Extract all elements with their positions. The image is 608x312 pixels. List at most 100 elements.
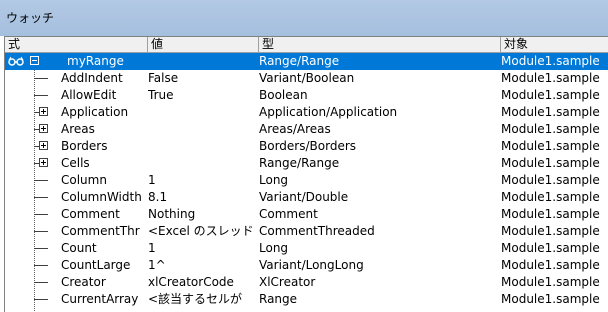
expression-cell[interactable]: CountLarge bbox=[5, 257, 146, 274]
expression-cell[interactable]: Column bbox=[5, 172, 146, 189]
watch-window-titlebar[interactable]: ウォッチ bbox=[0, 0, 608, 36]
type-cell[interactable]: Range bbox=[259, 291, 499, 308]
context-cell[interactable]: Module1.sample bbox=[501, 104, 608, 121]
watch-row[interactable]: Comment Nothing Comment Module1.sample bbox=[5, 206, 608, 223]
collapse-icon[interactable] bbox=[30, 56, 39, 65]
watch-row[interactable]: CommentThr <Excel のスレッド CommentThreaded Mod… bbox=[5, 223, 608, 240]
watch-row[interactable]: Count 1 Long Module1.sample bbox=[5, 240, 608, 257]
tree-branch-line bbox=[34, 197, 48, 198]
watch-row[interactable]: myRange Range/Range Module1.sample bbox=[5, 53, 608, 70]
value-cell[interactable]: xlCreatorCode bbox=[148, 274, 259, 291]
type-cell[interactable]: Variant/LongLong bbox=[259, 257, 499, 274]
expression-name: ColumnWidth bbox=[61, 190, 142, 204]
value-cell[interactable] bbox=[148, 121, 259, 138]
context-cell[interactable]: Module1.sample bbox=[501, 223, 608, 240]
type-cell[interactable]: XlCreator bbox=[259, 274, 499, 291]
context-cell[interactable]: Module1.sample bbox=[501, 121, 608, 138]
type-cell[interactable]: Variant/Boolean bbox=[259, 70, 499, 87]
expression-name: Borders bbox=[61, 139, 108, 153]
type-cell[interactable]: CommentThreaded bbox=[259, 223, 499, 240]
expression-cell[interactable]: Borders bbox=[5, 138, 146, 155]
type-cell[interactable]: Borders/Borders bbox=[259, 138, 499, 155]
expression-cell[interactable]: ColumnWidth bbox=[5, 189, 146, 206]
context-cell[interactable]: Module1.sample bbox=[501, 189, 608, 206]
value-cell[interactable]: <Excel のスレッド bbox=[148, 223, 259, 240]
expression-name: Column bbox=[61, 173, 107, 187]
watch-row[interactable]: Areas Areas/Areas Module1.sample bbox=[5, 121, 608, 138]
type-cell[interactable]: Application/Application bbox=[259, 104, 499, 121]
value-cell[interactable]: 8.1 bbox=[148, 189, 259, 206]
expression-cell[interactable]: Count bbox=[5, 240, 146, 257]
tree-branch-line bbox=[34, 265, 48, 266]
tree-branch-line bbox=[34, 282, 48, 283]
context-cell[interactable]: Module1.sample bbox=[501, 274, 608, 291]
type-cell[interactable]: Variant/Double bbox=[259, 189, 499, 206]
value-cell[interactable]: Nothing bbox=[148, 206, 259, 223]
watch-row[interactable]: Cells Range/Range Module1.sample bbox=[5, 155, 608, 172]
context-cell[interactable]: Module1.sample bbox=[501, 240, 608, 257]
expression-cell[interactable]: Application bbox=[5, 104, 146, 121]
expression-cell[interactable]: AllowEdit bbox=[5, 87, 146, 104]
expression-cell[interactable]: myRange bbox=[5, 53, 146, 70]
tree-branch-line bbox=[34, 78, 48, 79]
value-cell[interactable]: 1 bbox=[148, 172, 259, 189]
type-cell[interactable]: Areas/Areas bbox=[259, 121, 499, 138]
expand-icon[interactable] bbox=[39, 141, 48, 150]
value-cell[interactable]: <該当するセルが bbox=[148, 291, 259, 308]
column-header-expr[interactable]: 式 bbox=[5, 37, 148, 52]
watch-row[interactable]: Borders Borders/Borders Module1.sample bbox=[5, 138, 608, 155]
tree-branch-line bbox=[34, 180, 48, 181]
context-cell[interactable]: Module1.sample bbox=[501, 257, 608, 274]
column-header-type[interactable]: 型 bbox=[259, 37, 501, 52]
value-cell[interactable] bbox=[148, 104, 259, 121]
context-cell[interactable]: Module1.sample bbox=[501, 291, 608, 308]
expand-icon[interactable] bbox=[39, 158, 48, 167]
expression-cell[interactable]: AddIndent bbox=[5, 70, 146, 87]
expand-icon[interactable] bbox=[39, 107, 48, 116]
type-cell[interactable]: Range/Range bbox=[259, 53, 499, 70]
value-cell[interactable]: 1^ bbox=[148, 257, 259, 274]
context-cell[interactable]: Module1.sample bbox=[501, 206, 608, 223]
value-cell[interactable] bbox=[148, 53, 259, 70]
column-header-context[interactable]: 対象 bbox=[501, 37, 608, 52]
value-cell[interactable]: False bbox=[148, 70, 259, 87]
type-cell[interactable]: Range/Range bbox=[259, 155, 499, 172]
expression-cell[interactable]: Comment bbox=[5, 206, 146, 223]
column-header-value[interactable]: 値 bbox=[148, 37, 259, 52]
watch-row[interactable]: Application Application/Application Module… bbox=[5, 104, 608, 121]
expression-cell[interactable]: Creator bbox=[5, 274, 146, 291]
tree-branch-line bbox=[34, 214, 48, 215]
watch-row[interactable]: AddIndent False Variant/Boolean Module1.sam… bbox=[5, 70, 608, 87]
expression-name: Comment bbox=[61, 207, 120, 221]
watch-row[interactable]: Creator xlCreatorCode XlCreator Module1.sam… bbox=[5, 274, 608, 291]
type-cell[interactable]: Long bbox=[259, 172, 499, 189]
watch-row[interactable]: CountLarge 1^ Variant/LongLong Module1.samp… bbox=[5, 257, 608, 274]
tree-branch-line bbox=[34, 231, 48, 232]
context-cell[interactable]: Module1.sample bbox=[501, 155, 608, 172]
context-cell[interactable]: Module1.sample bbox=[501, 53, 608, 70]
expression-name: Application bbox=[61, 105, 129, 119]
context-cell[interactable]: Module1.sample bbox=[501, 70, 608, 87]
type-cell[interactable]: Long bbox=[259, 240, 499, 257]
watch-panel: 式 値 型 対象 myRange Range/Range Module1.sampl… bbox=[4, 36, 608, 312]
expand-icon[interactable] bbox=[39, 124, 48, 133]
context-cell[interactable]: Module1.sample bbox=[501, 87, 608, 104]
type-cell[interactable]: Comment bbox=[259, 206, 499, 223]
value-cell[interactable]: True bbox=[148, 87, 259, 104]
expression-name: Cells bbox=[61, 156, 90, 170]
expression-cell[interactable]: Cells bbox=[5, 155, 146, 172]
value-cell[interactable]: 1 bbox=[148, 240, 259, 257]
context-cell[interactable]: Module1.sample bbox=[501, 172, 608, 189]
expression-name: AllowEdit bbox=[61, 88, 117, 102]
context-cell[interactable]: Module1.sample bbox=[501, 138, 608, 155]
value-cell[interactable] bbox=[148, 155, 259, 172]
expression-cell[interactable]: CommentThr bbox=[5, 223, 146, 240]
type-cell[interactable]: Boolean bbox=[259, 87, 499, 104]
expression-cell[interactable]: Areas bbox=[5, 121, 146, 138]
watch-row[interactable]: AllowEdit True Boolean Module1.sample bbox=[5, 87, 608, 104]
watch-row[interactable]: CurrentArray <該当するセルが Range Module1.sample bbox=[5, 291, 608, 308]
value-cell[interactable] bbox=[148, 138, 259, 155]
watch-row[interactable]: Column 1 Long Module1.sample bbox=[5, 172, 608, 189]
expression-cell[interactable]: CurrentArray bbox=[5, 291, 146, 308]
watch-row[interactable]: ColumnWidth 8.1 Variant/Double Module1.samp… bbox=[5, 189, 608, 206]
